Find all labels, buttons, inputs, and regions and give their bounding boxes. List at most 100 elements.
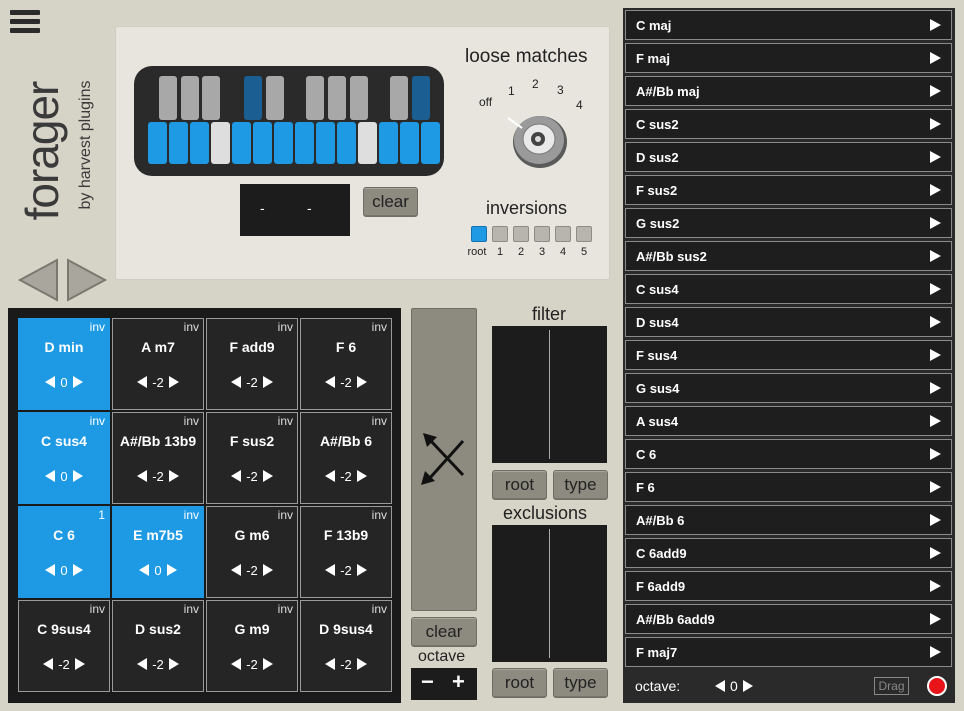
play-arrow-icon[interactable] (930, 118, 941, 130)
transpose-down-icon[interactable] (231, 376, 242, 388)
exclusions-area[interactable] (492, 525, 607, 662)
transpose-up-icon[interactable] (72, 470, 83, 482)
exclusions-type-button[interactable]: type (553, 668, 608, 698)
chord-pad[interactable]: inv E m7b5 0 (112, 506, 204, 598)
inversion-checkbox[interactable] (555, 226, 571, 242)
list-item[interactable]: D sus4 (625, 307, 952, 337)
chord-pad[interactable]: inv D 9sus4 -2 (300, 600, 392, 692)
inversion-checkbox[interactable] (534, 226, 550, 242)
chord-pad-tag[interactable]: inv (184, 320, 199, 334)
transpose-down-icon[interactable] (231, 658, 242, 670)
inversion-checkbox[interactable] (513, 226, 529, 242)
list-item[interactable]: A#/Bb 6add9 (625, 604, 952, 634)
chord-pad-tag[interactable]: inv (90, 320, 105, 334)
play-arrow-icon[interactable] (930, 217, 941, 229)
chord-pad-tag[interactable]: inv (372, 320, 387, 334)
transpose-up-icon[interactable] (356, 658, 367, 670)
list-item[interactable]: C 6 (625, 439, 952, 469)
white-key[interactable] (190, 122, 209, 164)
chord-pad[interactable]: inv C sus4 0 (18, 412, 110, 504)
chord-pad[interactable]: 1 C 6 0 (18, 506, 110, 598)
chord-pad-tag[interactable]: inv (90, 414, 105, 428)
transpose-down-icon[interactable] (45, 376, 56, 388)
record-button[interactable] (927, 676, 947, 696)
list-item[interactable]: A#/Bb 6 (625, 505, 952, 535)
loose-matches-knob[interactable] (500, 106, 574, 172)
loose-option-off[interactable]: off (479, 95, 492, 109)
piano-keyboard[interactable] (134, 66, 444, 176)
list-octave-up-icon[interactable] (742, 680, 753, 692)
white-key[interactable] (379, 122, 398, 164)
play-arrow-icon[interactable] (930, 283, 941, 295)
keyboard-clear-button[interactable]: clear (363, 187, 418, 217)
transpose-down-icon[interactable] (45, 564, 56, 576)
chord-pad[interactable]: inv F add9 -2 (206, 318, 298, 410)
play-arrow-icon[interactable] (930, 151, 941, 163)
list-item[interactable]: F maj (625, 43, 952, 73)
chord-pad-tag[interactable]: inv (278, 602, 293, 616)
chord-pad[interactable]: inv G m6 -2 (206, 506, 298, 598)
loose-option-3[interactable]: 3 (557, 83, 564, 97)
chord-pad[interactable]: inv F 6 -2 (300, 318, 392, 410)
xy-pad[interactable] (411, 308, 477, 611)
chord-pad[interactable]: inv D sus2 -2 (112, 600, 204, 692)
play-arrow-icon[interactable] (930, 646, 941, 658)
inversion-checkbox[interactable] (492, 226, 508, 242)
play-arrow-icon[interactable] (930, 547, 941, 559)
inversion-checkbox[interactable] (471, 226, 487, 242)
transpose-down-icon[interactable] (45, 470, 56, 482)
next-arrow-icon[interactable] (64, 258, 108, 302)
transpose-up-icon[interactable] (262, 470, 273, 482)
transpose-down-icon[interactable] (325, 658, 336, 670)
transpose-down-icon[interactable] (137, 470, 148, 482)
white-key[interactable] (358, 122, 377, 164)
black-key[interactable] (181, 76, 199, 120)
transpose-up-icon[interactable] (262, 564, 273, 576)
white-key[interactable] (295, 122, 314, 164)
transpose-up-icon[interactable] (168, 658, 179, 670)
transpose-up-icon[interactable] (168, 470, 179, 482)
filter-type-button[interactable]: type (553, 470, 608, 500)
chord-pad-tag[interactable]: inv (278, 414, 293, 428)
chord-pad[interactable]: inv D min 0 (18, 318, 110, 410)
drag-button[interactable]: Drag (874, 677, 909, 695)
chord-pad-tag[interactable]: inv (372, 508, 387, 522)
transpose-up-icon[interactable] (74, 658, 85, 670)
transpose-up-icon[interactable] (166, 564, 177, 576)
transpose-down-icon[interactable] (231, 470, 242, 482)
exclusions-root-button[interactable]: root (492, 668, 547, 698)
chord-pad[interactable]: inv F 13b9 -2 (300, 506, 392, 598)
white-key[interactable] (253, 122, 272, 164)
black-key[interactable] (159, 76, 177, 120)
transpose-down-icon[interactable] (139, 564, 150, 576)
list-item[interactable]: F maj7 (625, 637, 952, 667)
inversion-checkbox[interactable] (576, 226, 592, 242)
chord-pad[interactable]: inv A#/Bb 13b9 -2 (112, 412, 204, 504)
list-octave-down-icon[interactable] (715, 680, 725, 692)
list-item[interactable]: F 6add9 (625, 571, 952, 601)
white-key[interactable] (421, 122, 440, 164)
filter-area[interactable] (492, 326, 607, 463)
white-key[interactable] (148, 122, 167, 164)
chord-pad[interactable]: inv A#/Bb 6 -2 (300, 412, 392, 504)
play-arrow-icon[interactable] (930, 19, 941, 31)
list-item[interactable]: C sus2 (625, 109, 952, 139)
chord-pad-tag[interactable]: inv (372, 602, 387, 616)
chord-pad[interactable]: inv G m9 -2 (206, 600, 298, 692)
list-item[interactable]: C maj (625, 10, 952, 40)
play-arrow-icon[interactable] (930, 52, 941, 64)
white-key[interactable] (232, 122, 251, 164)
transpose-down-icon[interactable] (325, 376, 336, 388)
loose-option-4[interactable]: 4 (576, 98, 583, 112)
transpose-up-icon[interactable] (356, 564, 367, 576)
play-arrow-icon[interactable] (930, 514, 941, 526)
transpose-up-icon[interactable] (356, 376, 367, 388)
list-item[interactable]: A#/Bb sus2 (625, 241, 952, 271)
transpose-down-icon[interactable] (137, 376, 148, 388)
pad-clear-button[interactable]: clear (411, 617, 477, 647)
loose-option-2[interactable]: 2 (532, 77, 539, 91)
prev-arrow-icon[interactable] (17, 258, 61, 302)
list-item[interactable]: C 6add9 (625, 538, 952, 568)
black-key[interactable] (412, 76, 430, 120)
transpose-down-icon[interactable] (325, 470, 336, 482)
